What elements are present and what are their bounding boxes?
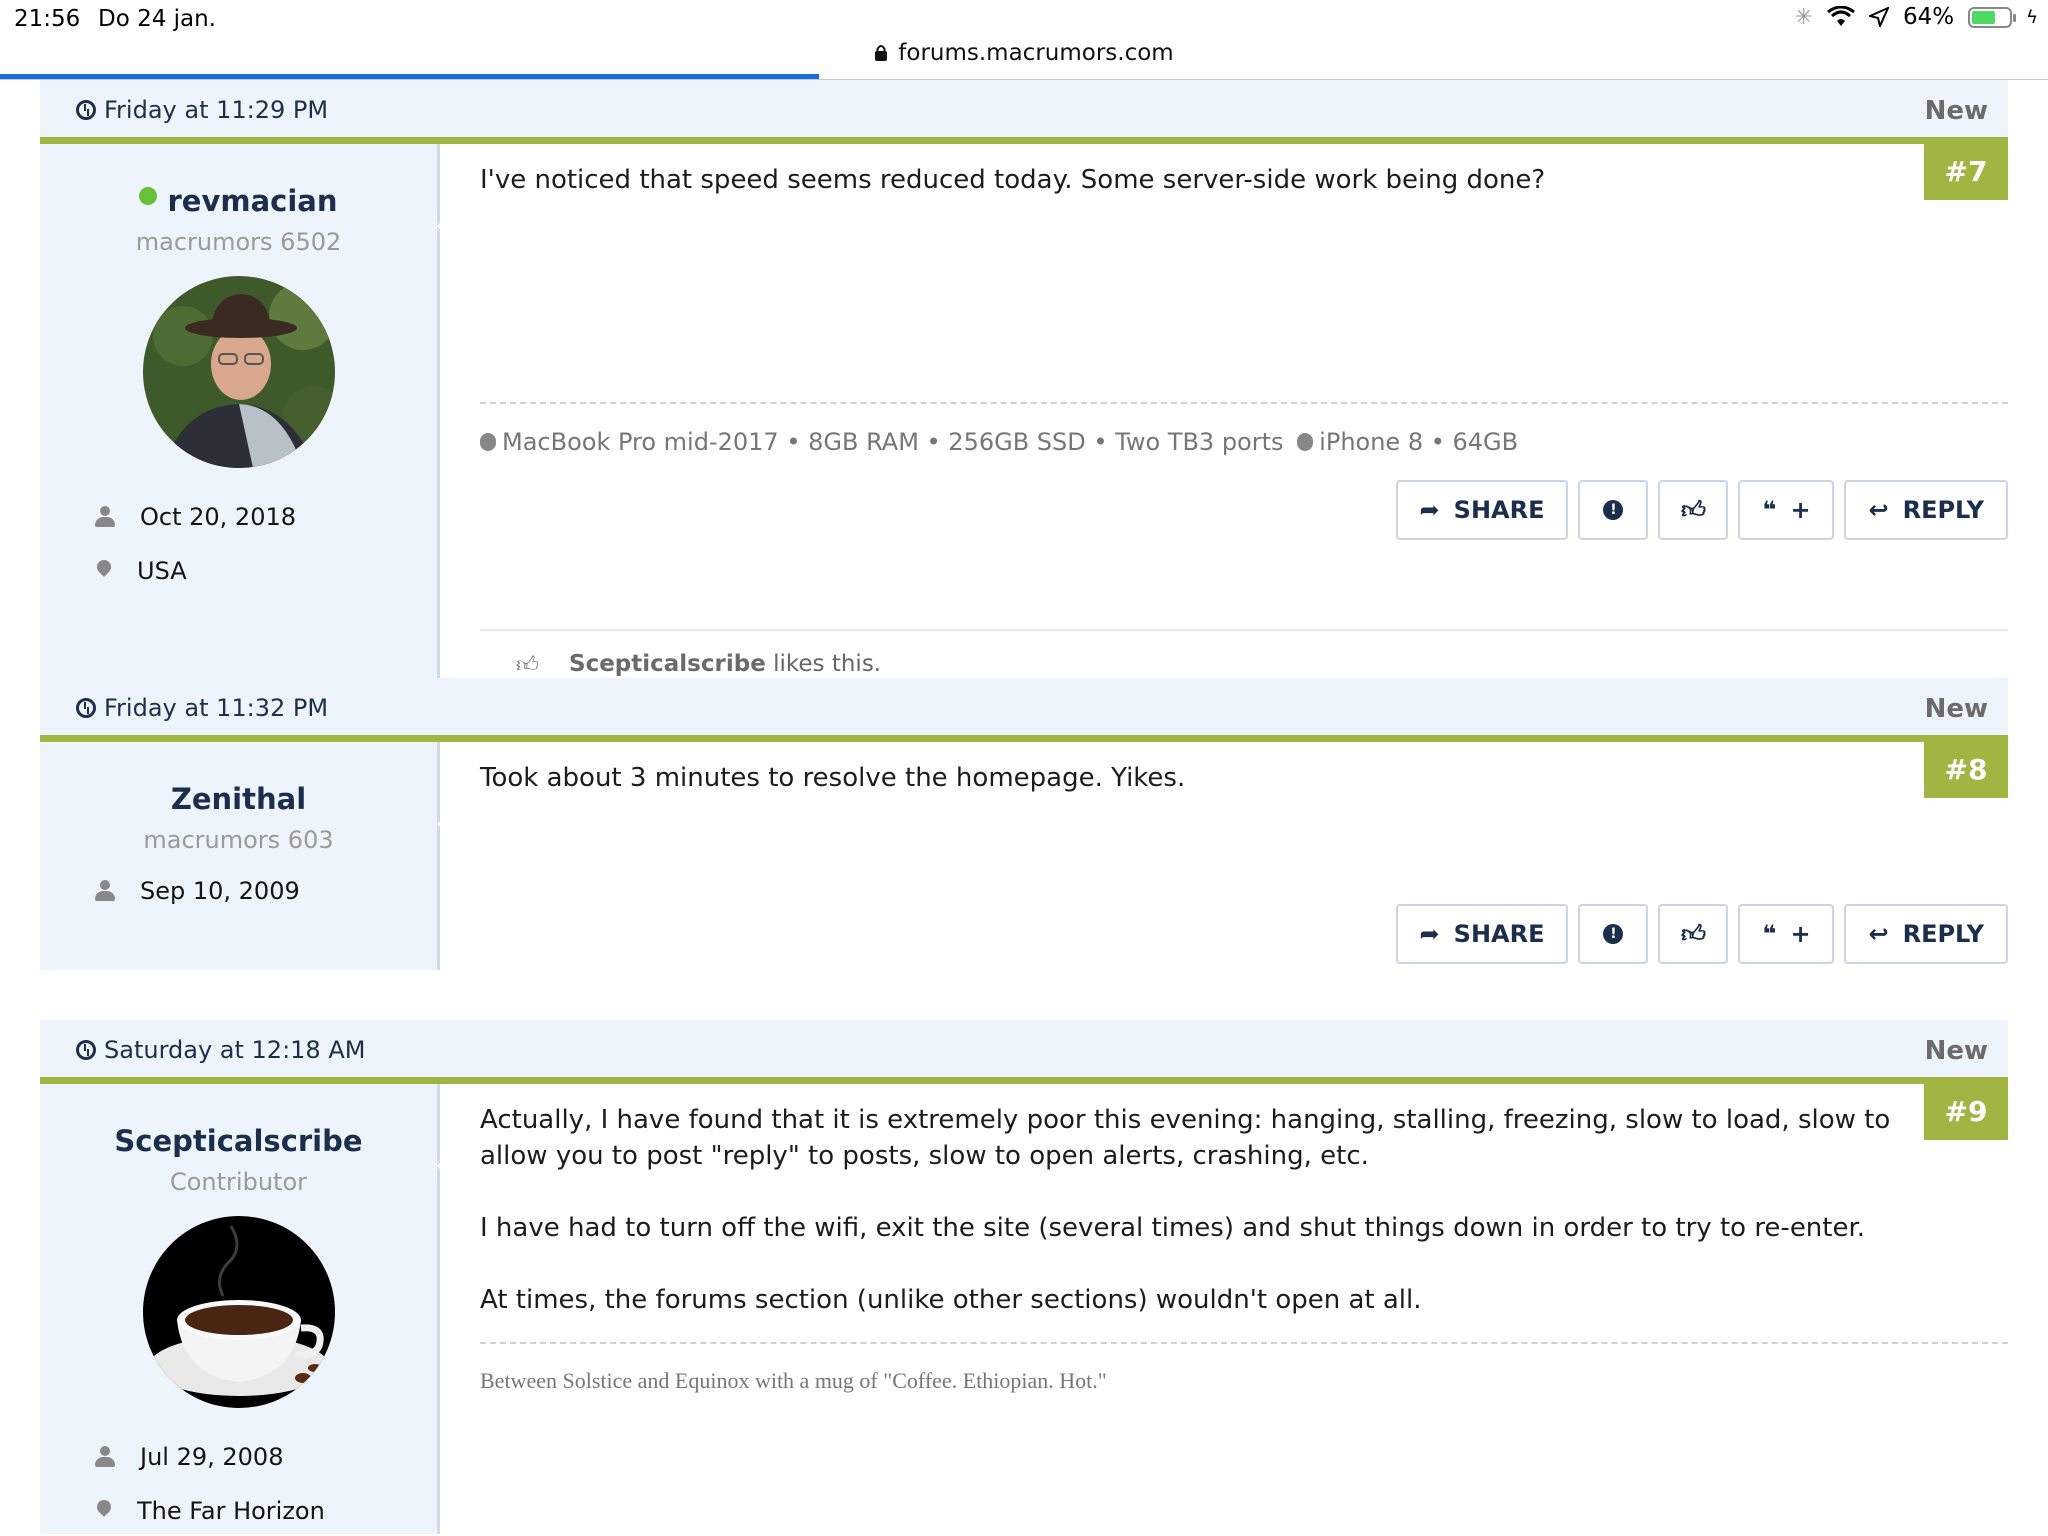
battery-percent: 64%	[1903, 4, 1955, 30]
user-location: USA	[137, 557, 187, 585]
location-pin-icon	[97, 1500, 113, 1522]
liker-name[interactable]: Scepticalscribe	[569, 651, 766, 677]
join-date: Oct 20, 2018	[140, 503, 296, 531]
user-panel: revmacian macrumors 6502 Oct 20, 2018 US…	[40, 144, 459, 711]
user-title: Contributor	[169, 1168, 307, 1196]
user-title: macrumors 603	[143, 826, 334, 854]
location-arrow-icon	[1869, 7, 1889, 27]
post-date[interactable]: Friday at 11:32 PM	[104, 694, 328, 722]
post-header: Saturday at 12:18 AM New	[40, 1020, 2008, 1084]
share-arrow-icon: ➦	[1419, 496, 1440, 524]
post: Friday at 11:32 PM New Zenithal macrumor…	[40, 678, 2008, 970]
signature: Between Solstice and Equinox with a mug …	[480, 1342, 2008, 1394]
post-date[interactable]: Saturday at 12:18 AM	[104, 1036, 365, 1064]
quote-icon: ❝	[1762, 920, 1777, 948]
post-message: Took about 3 minutes to resolve the home…	[480, 763, 1186, 793]
signature: MacBook Pro mid-2017 • 8GB RAM • 256GB S…	[480, 402, 2008, 456]
multi-quote-button[interactable]: ❝ +	[1738, 480, 1835, 540]
username[interactable]: Zenithal	[40, 782, 437, 816]
clock-icon	[76, 698, 96, 718]
person-icon	[94, 506, 116, 528]
post-message: I've noticed that speed seems reduced to…	[480, 165, 1546, 195]
username[interactable]: Scepticalscribe	[40, 1124, 437, 1158]
apple-icon	[480, 433, 496, 451]
lock-icon	[875, 45, 888, 61]
like-button[interactable]: 👍︎	[1658, 904, 1729, 964]
share-arrow-icon: ➦	[1419, 920, 1440, 948]
avatar[interactable]	[142, 276, 335, 468]
join-date: Sep 10, 2009	[140, 877, 300, 905]
report-button[interactable]: !	[1578, 904, 1649, 964]
report-icon: !	[1603, 500, 1624, 520]
report-button[interactable]: !	[1578, 480, 1649, 540]
apple-icon	[1297, 433, 1314, 451]
activity-icon: ✳	[1794, 4, 1813, 30]
reply-arrow-icon: ↩	[1868, 920, 1889, 948]
user-location: The Far Horizon	[137, 1497, 325, 1525]
wifi-icon	[1827, 6, 1855, 26]
online-indicator	[139, 187, 158, 205]
status-bar: 21:56 Do 24 jan. ✳ 64% ϟ	[0, 0, 2048, 40]
post-number[interactable]: #8	[1924, 742, 2008, 798]
reply-button[interactable]: ↩ REPLY	[1844, 480, 2008, 540]
reply-button[interactable]: ↩ REPLY	[1844, 904, 2008, 964]
post: Friday at 11:29 PM New revmacian macrumo…	[40, 80, 2008, 711]
quote-icon: ❝	[1762, 496, 1777, 524]
share-button[interactable]: ➦ SHARE	[1395, 904, 1569, 964]
battery-icon	[1968, 6, 2017, 28]
status-time: 21:56	[14, 6, 81, 32]
status-date: Do 24 jan.	[98, 6, 217, 32]
user-panel: Scepticalscribe Contributor Jul 29, 2008…	[40, 1084, 459, 1534]
reply-arrow-icon: ↩	[1868, 496, 1889, 524]
clock-icon	[76, 1040, 96, 1060]
thumbs-up-icon: 👍︎	[1680, 495, 1707, 524]
thumbs-up-icon: 👍︎	[1680, 919, 1707, 948]
post-actions: ➦ SHARE ! 👍︎ ❝ + ↩ REPLY	[1395, 480, 2008, 540]
new-badge: New	[1924, 96, 1988, 126]
person-icon	[94, 880, 116, 902]
post-number[interactable]: #9	[1924, 1084, 2008, 1140]
location-pin-icon	[97, 560, 113, 582]
new-badge: New	[1924, 694, 1988, 724]
join-date: Jul 29, 2008	[140, 1443, 284, 1471]
post-date[interactable]: Friday at 11:29 PM	[104, 96, 328, 124]
like-button[interactable]: 👍︎	[1658, 480, 1729, 540]
page-load-progress	[0, 74, 820, 79]
post: Saturday at 12:18 AM New Scepticalscribe…	[40, 1020, 2008, 1534]
post-message: Actually, I have found that it is extrem…	[480, 1105, 1891, 1315]
post-header: Friday at 11:29 PM New	[40, 80, 2008, 144]
share-button[interactable]: ➦ SHARE	[1395, 480, 1569, 540]
avatar[interactable]	[142, 1216, 335, 1408]
new-badge: New	[1924, 1036, 1988, 1066]
url-text[interactable]: forums.macrumors.com	[898, 40, 1173, 66]
post-actions: ➦ SHARE ! 👍︎ ❝ + ↩ REPLY	[1395, 904, 2008, 964]
user-panel: Zenithal macrumors 603 Sep 10, 2009	[40, 742, 459, 970]
person-icon	[94, 1446, 116, 1468]
multi-quote-button[interactable]: ❝ +	[1738, 904, 1835, 964]
user-title: macrumors 6502	[135, 228, 342, 256]
post-header: Friday at 11:32 PM New	[40, 678, 2008, 742]
thumbs-up-icon: 👍︎	[516, 652, 539, 678]
clock-icon	[76, 100, 96, 120]
report-icon: !	[1603, 924, 1624, 944]
charging-icon: ϟ	[2026, 6, 2038, 28]
username[interactable]: revmacian	[167, 184, 337, 218]
post-number[interactable]: #7	[1924, 144, 2008, 200]
